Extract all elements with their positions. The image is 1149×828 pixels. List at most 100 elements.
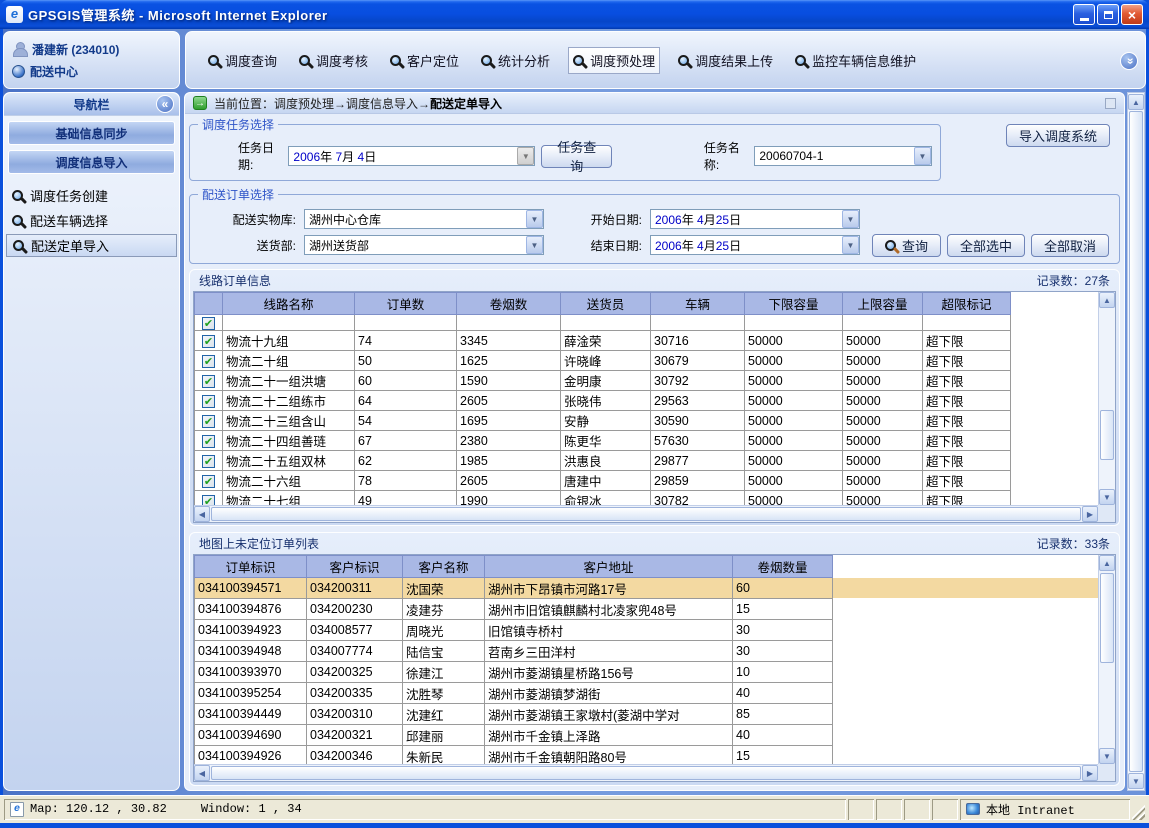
unlocated-table-row[interactable]: 034100394690034200321邱建丽湖州市千金镇上泽路40 (195, 725, 1099, 746)
scroll-up-icon[interactable]: ▲ (1128, 94, 1144, 110)
sidebar-collapse-button[interactable]: « (156, 95, 174, 113)
toolbar-item[interactable]: 统计分析 (477, 48, 554, 73)
dept-combo[interactable]: 湖州送货部 ▼ (304, 235, 544, 255)
sidebar-item[interactable]: 配送车辆选择 (6, 209, 177, 232)
scrollbar-thumb[interactable] (1129, 111, 1143, 772)
checkbox-checked-icon[interactable]: ✔ (202, 435, 215, 448)
route-table-row[interactable]: ✔物流二十六组782605唐建中298595000050000超下限 (195, 471, 1099, 491)
unlocated-table-hscrollbar[interactable]: ◀ ▶ (194, 764, 1098, 781)
start-date-combo[interactable]: 2006年 4月25日 ▼ (650, 209, 860, 229)
checkbox-checked-icon[interactable]: ✔ (202, 317, 215, 330)
table-cell: 29877 (651, 451, 745, 471)
route-table-row[interactable]: ✔物流二十四组善琏672380陈更华576305000050000超下限 (195, 431, 1099, 451)
route-table-row[interactable]: ✔物流二十组501625许晓峰306795000050000超下限 (195, 351, 1099, 371)
task-date-combo[interactable]: 2006年 7月 4日 ▼ (288, 146, 535, 166)
dropdown-arrow-icon[interactable]: ▼ (842, 210, 859, 228)
checkbox-checked-icon[interactable]: ✔ (202, 415, 215, 428)
scroll-left-icon[interactable]: ◀ (194, 506, 210, 522)
scroll-down-icon[interactable]: ▼ (1099, 748, 1115, 764)
security-zone-label: 本地 Intranet (986, 801, 1075, 818)
column-header[interactable]: 订单标识 (195, 556, 307, 578)
toolbar-item[interactable]: 调度查询 (204, 48, 281, 73)
column-header[interactable]: 超限标记 (923, 293, 1011, 315)
route-table-row[interactable]: ✔物流二十三组含山541695安静305905000050000超下限 (195, 411, 1099, 431)
table-cell: 超下限 (923, 411, 1011, 431)
column-header[interactable]: 客户名称 (403, 556, 485, 578)
table-cell: 50000 (843, 471, 923, 491)
column-header[interactable]: 线路名称 (223, 293, 355, 315)
maximize-button[interactable] (1097, 4, 1119, 25)
dropdown-arrow-icon[interactable]: ▼ (526, 236, 543, 254)
unlocated-table-row[interactable]: 034100394449034200310沈建红湖州市菱湖镇王家墩村(菱湖中学对… (195, 704, 1099, 725)
checkbox-checked-icon[interactable]: ✔ (202, 395, 215, 408)
checkbox-checked-icon[interactable]: ✔ (202, 475, 215, 488)
scroll-up-icon[interactable]: ▲ (1099, 555, 1115, 571)
unlocated-table-row[interactable]: 034100394571034200311沈国荣湖州市下昂镇市河路17号60 (195, 578, 1099, 599)
unlocated-table-row[interactable]: 034100394948034007774陆信宝苕南乡三田洋村30 (195, 641, 1099, 662)
toolbar-item[interactable]: 调度结果上传 (674, 48, 777, 73)
dropdown-arrow-icon[interactable]: ▼ (842, 236, 859, 254)
route-table-row[interactable]: ✔物流二十二组练市642605张晓伟295635000050000超下限 (195, 391, 1099, 411)
scroll-down-icon[interactable]: ▼ (1099, 489, 1115, 505)
dropdown-arrow-icon[interactable]: ▼ (517, 147, 534, 165)
toolbar-item[interactable]: 调度预处理 (568, 47, 660, 74)
scrollbar-thumb[interactable] (1100, 573, 1114, 663)
sidebar-section-button[interactable]: 基础信息同步 (8, 121, 175, 145)
sidebar-item[interactable]: 配送定单导入 (6, 234, 177, 257)
scrollbar-thumb[interactable] (211, 507, 1081, 521)
column-header[interactable]: 上限容量 (843, 293, 923, 315)
resize-grip[interactable] (1132, 799, 1145, 820)
scroll-down-icon[interactable]: ▼ (1128, 773, 1144, 789)
checkbox-checked-icon[interactable]: ✔ (202, 335, 215, 348)
sidebar-section-button[interactable]: 调度信息导入 (8, 150, 175, 174)
unlocated-table-row[interactable]: 034100395254034200335沈胜琴湖州市菱湖镇梦湖街40 (195, 683, 1099, 704)
route-table-row[interactable]: ✔物流十九组743345薛淦荣307165000050000超下限 (195, 331, 1099, 351)
column-header[interactable]: 客户标识 (307, 556, 403, 578)
import-dispatch-button[interactable]: 导入调度系统 (1006, 124, 1110, 147)
minimize-button[interactable] (1073, 4, 1095, 25)
checkbox-checked-icon[interactable]: ✔ (202, 455, 215, 468)
task-name-combo[interactable]: 20060704-1 ▼ (754, 146, 932, 166)
scroll-up-icon[interactable]: ▲ (1099, 292, 1115, 308)
main-scrollbar[interactable]: ▲ ▼ (1127, 92, 1145, 791)
route-table-row[interactable]: ✔物流二十五组双林621985洪惠良298775000050000超下限 (195, 451, 1099, 471)
panel-minimize-icon[interactable] (1105, 98, 1116, 109)
column-header[interactable]: 卷烟数量 (733, 556, 833, 578)
route-table-row[interactable]: ✔物流二十一组洪塘601590金明康307925000050000超下限 (195, 371, 1099, 391)
task-select-fieldset: 调度任务选择 任务日期: 2006年 7月 4日 ▼ 任务查询 任务名称: 20… (189, 116, 941, 181)
warehouse-combo[interactable]: 湖州中心仓库 ▼ (304, 209, 544, 229)
scrollbar-thumb[interactable] (1100, 410, 1114, 460)
column-header[interactable]: 订单数 (355, 293, 457, 315)
toolbar-collapse-button[interactable]: « (1120, 52, 1138, 70)
route-table-hscrollbar[interactable]: ◀ ▶ (194, 505, 1098, 522)
scroll-right-icon[interactable]: ▶ (1082, 765, 1098, 781)
task-query-button[interactable]: 任务查询 (541, 145, 612, 168)
dropdown-arrow-icon[interactable]: ▼ (526, 210, 543, 228)
toolbar-item[interactable]: 调度考核 (295, 48, 372, 73)
scroll-right-icon[interactable]: ▶ (1082, 506, 1098, 522)
column-header[interactable]: 下限容量 (745, 293, 843, 315)
select-all-button[interactable]: 全部选中 (947, 234, 1025, 257)
end-date-combo[interactable]: 2006年 4月25日 ▼ (650, 235, 860, 255)
dropdown-arrow-icon[interactable]: ▼ (914, 147, 931, 165)
route-table-vscrollbar[interactable]: ▲ ▼ (1098, 292, 1115, 505)
table-cell: 30716 (651, 331, 745, 351)
column-header[interactable]: 客户地址 (485, 556, 733, 578)
toolbar-item[interactable]: 客户定位 (386, 48, 463, 73)
column-header[interactable]: 卷烟数 (457, 293, 561, 315)
scroll-left-icon[interactable]: ◀ (194, 765, 210, 781)
checkbox-checked-icon[interactable]: ✔ (202, 355, 215, 368)
unlocated-table-row[interactable]: 034100394923034008577周晓光旧馆镇寺桥村30 (195, 620, 1099, 641)
column-header[interactable]: 车辆 (651, 293, 745, 315)
unlocated-table-row[interactable]: 034100393970034200325徐建江湖州市菱湖镇星桥路156号10 (195, 662, 1099, 683)
toolbar-item[interactable]: 监控车辆信息维护 (791, 48, 920, 73)
sidebar-item[interactable]: 调度任务创建 (6, 184, 177, 207)
deselect-all-button[interactable]: 全部取消 (1031, 234, 1109, 257)
checkbox-checked-icon[interactable]: ✔ (202, 375, 215, 388)
unlocated-table-row[interactable]: 034100394876034200230凌建芬湖州市旧馆镇麒麟村北凌家兜48号… (195, 599, 1099, 620)
unlocated-table-vscrollbar[interactable]: ▲ ▼ (1098, 555, 1115, 764)
column-header[interactable]: 送货员 (561, 293, 651, 315)
close-button[interactable]: × (1121, 4, 1143, 25)
scrollbar-thumb[interactable] (211, 766, 1081, 780)
order-query-button[interactable]: 查询 (872, 234, 941, 257)
